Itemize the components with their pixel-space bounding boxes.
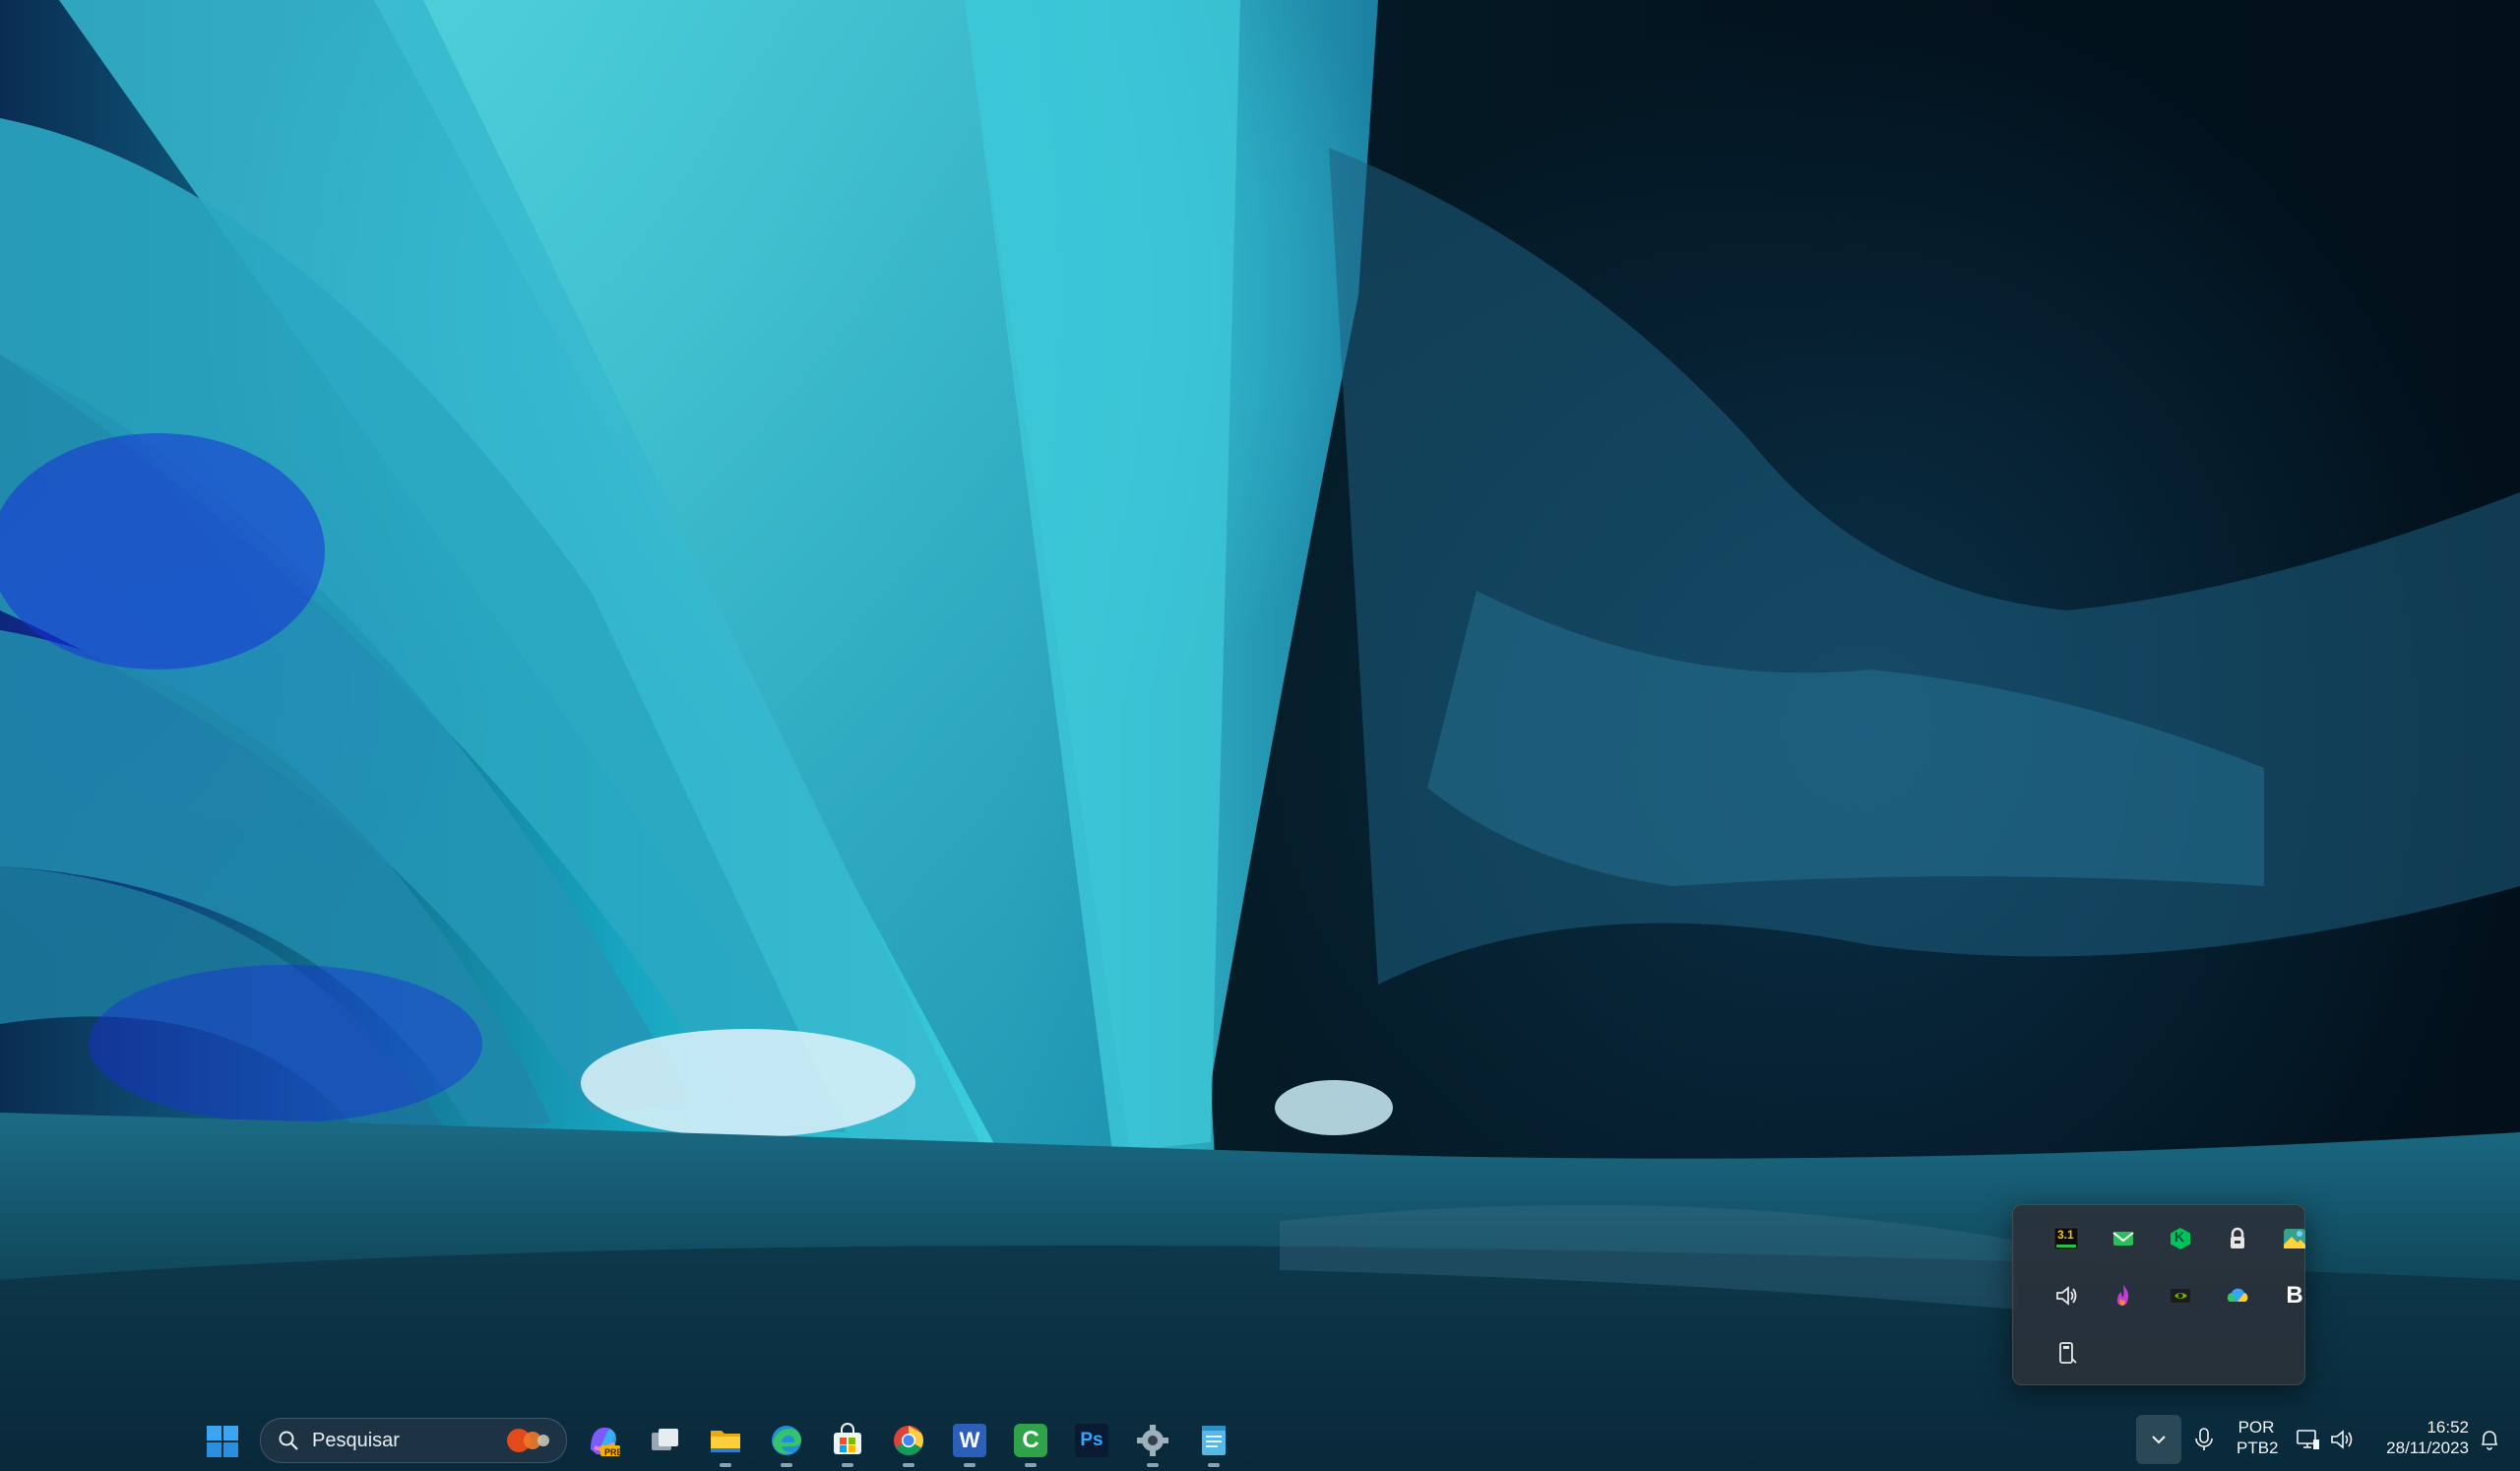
search-highlight-icon	[507, 1429, 549, 1452]
language-line1: POR	[2237, 1418, 2275, 1437]
running-indicator	[842, 1463, 853, 1467]
gear-icon[interactable]	[1130, 1418, 1175, 1467]
store-icon[interactable]	[825, 1418, 870, 1467]
taskbar: Pesquisar PRE W C Ps POR PTB2 16:52 28/1…	[0, 1408, 2520, 1471]
network-icon[interactable]	[2294, 1418, 2323, 1461]
flame-app-icon[interactable]	[2102, 1274, 2145, 1317]
mail-icon[interactable]	[2102, 1217, 2145, 1260]
edge-icon[interactable]	[764, 1418, 809, 1467]
photos-icon[interactable]	[2273, 1217, 2316, 1260]
copilot-pre-icon[interactable]: PRE	[581, 1418, 626, 1463]
photoshop-label: Ps	[1080, 1430, 1103, 1450]
clock-date-text: 28/11/2023	[2386, 1439, 2469, 1457]
tray-overflow-flyout: 3.1 K B	[2012, 1204, 2305, 1385]
running-indicator	[1147, 1463, 1159, 1467]
running-indicator	[720, 1463, 731, 1467]
windows-logo-icon	[207, 1426, 238, 1457]
kaspersky-label: K	[2174, 1229, 2185, 1245]
chevron-down-icon	[2152, 1436, 2166, 1444]
camtasia-label: C	[1022, 1427, 1040, 1453]
vpn-lock-icon[interactable]	[2216, 1217, 2259, 1260]
usb-drive-icon[interactable]	[2045, 1331, 2088, 1375]
nvidia-icon[interactable]	[2159, 1274, 2202, 1317]
clock-time: 16:52	[2426, 1418, 2469, 1437]
bold-b-app-icon[interactable]: B	[2273, 1274, 2316, 1317]
start-button[interactable]	[201, 1420, 244, 1463]
chrome-icon[interactable]	[886, 1418, 931, 1467]
taskbar-search-box[interactable]: Pesquisar	[260, 1418, 567, 1463]
task-manager-icon[interactable]: 3.1	[2045, 1217, 2088, 1260]
running-indicator	[1025, 1463, 1037, 1467]
input-language-indicator[interactable]: POR PTB2	[2236, 1417, 2279, 1458]
running-indicator	[903, 1463, 914, 1467]
search-icon	[279, 1431, 298, 1450]
speaker-icon[interactable]	[2045, 1274, 2088, 1317]
running-indicator	[964, 1463, 976, 1467]
bold-b-app-label: B	[2286, 1282, 2303, 1309]
kaspersky-icon[interactable]: K	[2159, 1217, 2202, 1260]
volume-icon[interactable]	[2327, 1418, 2357, 1461]
word-label: W	[959, 1428, 980, 1452]
folder-icon[interactable]	[703, 1418, 748, 1467]
task-manager-label: 3.1	[2057, 1228, 2074, 1242]
language-line2: PTB2	[2236, 1439, 2279, 1457]
running-indicator	[1208, 1463, 1220, 1467]
cloud-sync-icon[interactable]	[2216, 1274, 2259, 1317]
running-indicator	[781, 1463, 792, 1467]
copilot-pre-badge: PRE	[604, 1447, 623, 1457]
camtasia-icon[interactable]: C	[1008, 1418, 1053, 1467]
microphone-icon[interactable]	[2189, 1418, 2219, 1461]
notification-bell-icon[interactable]	[2475, 1418, 2504, 1461]
show-hidden-icons-button[interactable]	[2136, 1415, 2181, 1464]
notepad-icon[interactable]	[1191, 1418, 1236, 1467]
task-view-icon[interactable]	[642, 1418, 687, 1463]
search-placeholder: Pesquisar	[312, 1429, 400, 1451]
word-icon[interactable]: W	[947, 1418, 992, 1467]
photoshop-icon[interactable]: Ps	[1069, 1418, 1114, 1463]
clock-date[interactable]: 16:52 28/11/2023	[2362, 1417, 2469, 1458]
